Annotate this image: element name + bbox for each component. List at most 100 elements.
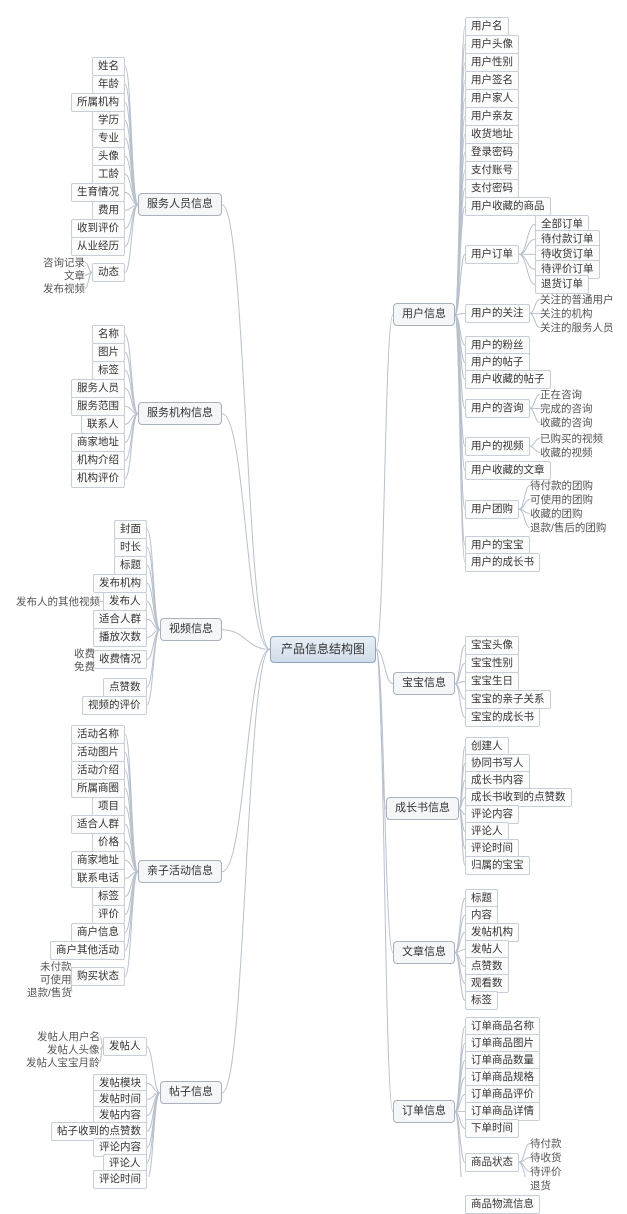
leaf: 机构评价 — [71, 469, 125, 488]
leaf: 点赞数 — [465, 957, 509, 976]
leaf: 封面 — [114, 520, 147, 539]
leaf: 评论人 — [465, 822, 509, 841]
leaf-plain: 收藏的咨询 — [540, 415, 593, 430]
leaf: 宝宝的亲子关系 — [465, 690, 551, 709]
leaf: 发布人 — [103, 592, 147, 611]
leaf: 专业 — [92, 129, 125, 148]
leaf: 标签 — [92, 361, 125, 380]
leaf-plain: 关注的普通用户 — [540, 292, 614, 307]
leaf: 用户的帖子 — [465, 353, 530, 372]
leaf: 视频的评价 — [82, 696, 147, 715]
leaf: 活动名称 — [71, 725, 125, 744]
leaf: 评论时间 — [93, 1170, 147, 1189]
leaf: 协同书写人 — [465, 754, 530, 773]
leaf: 宝宝性别 — [465, 654, 519, 673]
leaf: 头像 — [92, 147, 125, 166]
leaf: 用户亲友 — [465, 107, 519, 126]
leaf: 费用 — [92, 201, 125, 220]
leaf: 收到评价 — [71, 219, 125, 238]
leaf: 用户的成长书 — [465, 553, 540, 572]
leaf: 创建人 — [465, 737, 509, 756]
leaf: 播放次数 — [93, 628, 147, 647]
leaf-plain: 待付款 — [530, 1136, 562, 1151]
leaf: 用户性别 — [465, 53, 519, 72]
leaf: 用户收藏的文章 — [465, 461, 551, 480]
leaf: 所属机构 — [71, 93, 125, 112]
leaf: 发帖人 — [103, 1037, 147, 1056]
leaf: 生育情况 — [71, 183, 125, 202]
leaf: 商品物流信息 — [465, 1195, 540, 1214]
leaf: 适合人群 — [71, 815, 125, 834]
leaf: 价格 — [92, 833, 125, 852]
leaf: 用户收藏的帖子 — [465, 370, 551, 389]
leaf-plain: 发布人的其他视频 — [16, 594, 100, 609]
leaf: 发布机构 — [93, 574, 147, 593]
leaf: 支付账号 — [465, 161, 519, 180]
main-post: 帖子信息 — [160, 1081, 222, 1104]
leaf: 购买状态 — [71, 967, 125, 986]
leaf: 所属商圈 — [71, 779, 125, 798]
main-video: 视频信息 — [160, 618, 222, 641]
leaf: 订单商品规格 — [465, 1068, 540, 1087]
leaf-plain: 收藏的视频 — [540, 445, 593, 460]
leaf: 联系人 — [81, 415, 125, 434]
main-article: 文章信息 — [393, 941, 455, 964]
leaf: 收货地址 — [465, 125, 519, 144]
leaf-plain: 可使用的团购 — [530, 492, 593, 507]
leaf-plain: 退款/售后的团购 — [530, 520, 606, 535]
leaf-plain: 正在咨询 — [540, 387, 582, 402]
main-org: 服务机构信息 — [138, 402, 222, 425]
leaf: 项目 — [92, 797, 125, 816]
leaf: 收费情况 — [93, 650, 147, 669]
leaf: 下单时间 — [465, 1119, 519, 1138]
leaf: 宝宝的成长书 — [465, 708, 540, 727]
leaf: 机构介绍 — [71, 451, 125, 470]
leaf: 动态 — [92, 263, 125, 282]
leaf-plain: 待收货 — [530, 1150, 562, 1165]
leaf: 图片 — [92, 343, 125, 362]
main-activity: 亲子活动信息 — [138, 860, 222, 883]
leaf: 用户收藏的商品 — [465, 197, 551, 216]
main-order: 订单信息 — [393, 1100, 455, 1123]
leaf: 联系电话 — [71, 869, 125, 888]
leaf: 订单商品名称 — [465, 1017, 540, 1036]
leaf: 成长书内容 — [465, 771, 530, 790]
leaf: 年龄 — [92, 75, 125, 94]
leaf: 宝宝头像 — [465, 636, 519, 655]
leaf: 点赞数 — [103, 678, 147, 697]
root-node: 产品信息结构图 — [270, 636, 376, 663]
leaf: 商户其他活动 — [50, 941, 125, 960]
leaf: 用户名 — [465, 17, 509, 36]
leaf: 用户团购 — [465, 500, 519, 519]
leaf-plain: 待付款的团购 — [530, 478, 593, 493]
leaf: 内容 — [465, 906, 498, 925]
leaf-plain: 关注的机构 — [540, 306, 593, 321]
leaf-plain: 免费 — [74, 659, 95, 674]
leaf: 商品状态 — [465, 1153, 519, 1172]
leaf: 标题 — [114, 556, 147, 575]
leaf: 名称 — [92, 325, 125, 344]
leaf: 用户的宝宝 — [465, 536, 530, 555]
leaf: 适合人群 — [93, 610, 147, 629]
leaf: 支付密码 — [465, 179, 519, 198]
leaf: 评价 — [92, 905, 125, 924]
leaf: 观看数 — [465, 974, 509, 993]
leaf: 服务范围 — [71, 397, 125, 416]
leaf: 成长书收到的点赞数 — [465, 788, 572, 807]
main-baby: 宝宝信息 — [393, 672, 455, 695]
leaf: 登录密码 — [465, 143, 519, 162]
leaf-plain: 已购买的视频 — [540, 431, 603, 446]
leaf: 用户订单 — [465, 245, 519, 264]
leaf: 用户的视频 — [465, 437, 530, 456]
leaf: 用户的咨询 — [465, 399, 530, 418]
leaf: 用户的粉丝 — [465, 336, 530, 355]
leaf: 标签 — [465, 991, 498, 1010]
leaf: 标签 — [92, 887, 125, 906]
leaf: 工龄 — [92, 165, 125, 184]
leaf: 订单商品评价 — [465, 1085, 540, 1104]
leaf: 发帖机构 — [465, 923, 519, 942]
leaf: 订单商品详情 — [465, 1102, 540, 1121]
main-user: 用户信息 — [393, 303, 455, 326]
leaf: 标题 — [465, 889, 498, 908]
leaf-plain: 退货 — [530, 1178, 551, 1193]
